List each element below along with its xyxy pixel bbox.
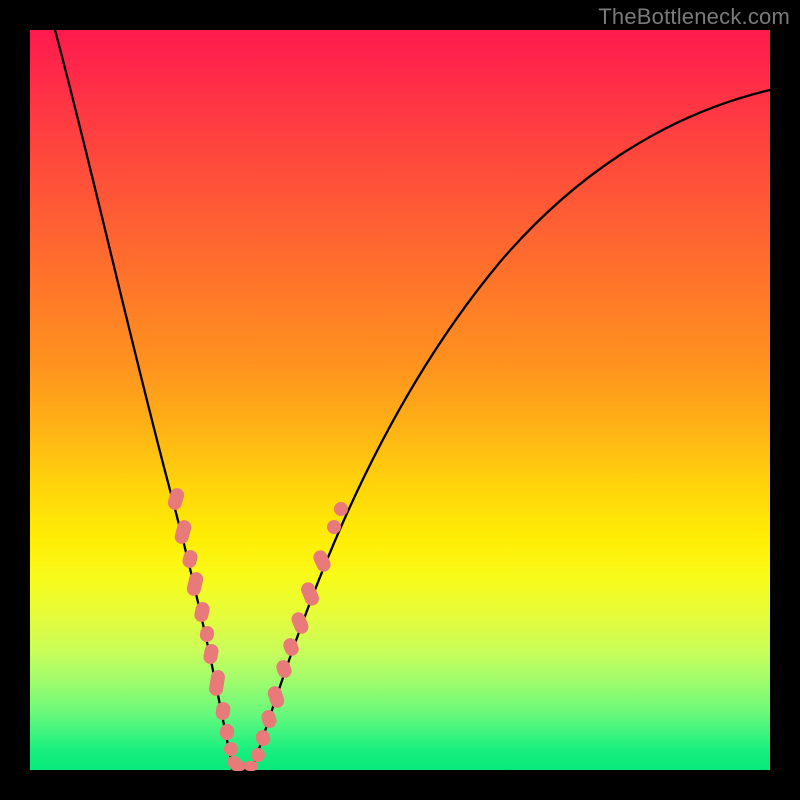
chart-frame: TheBottleneck.com [0, 0, 800, 800]
bottleneck-curve [55, 30, 770, 770]
markers-bottom [230, 761, 258, 771]
plot-area [30, 30, 770, 770]
markers-left [166, 486, 241, 768]
watermark-text: TheBottleneck.com [598, 4, 790, 30]
curve-layer [30, 30, 770, 770]
